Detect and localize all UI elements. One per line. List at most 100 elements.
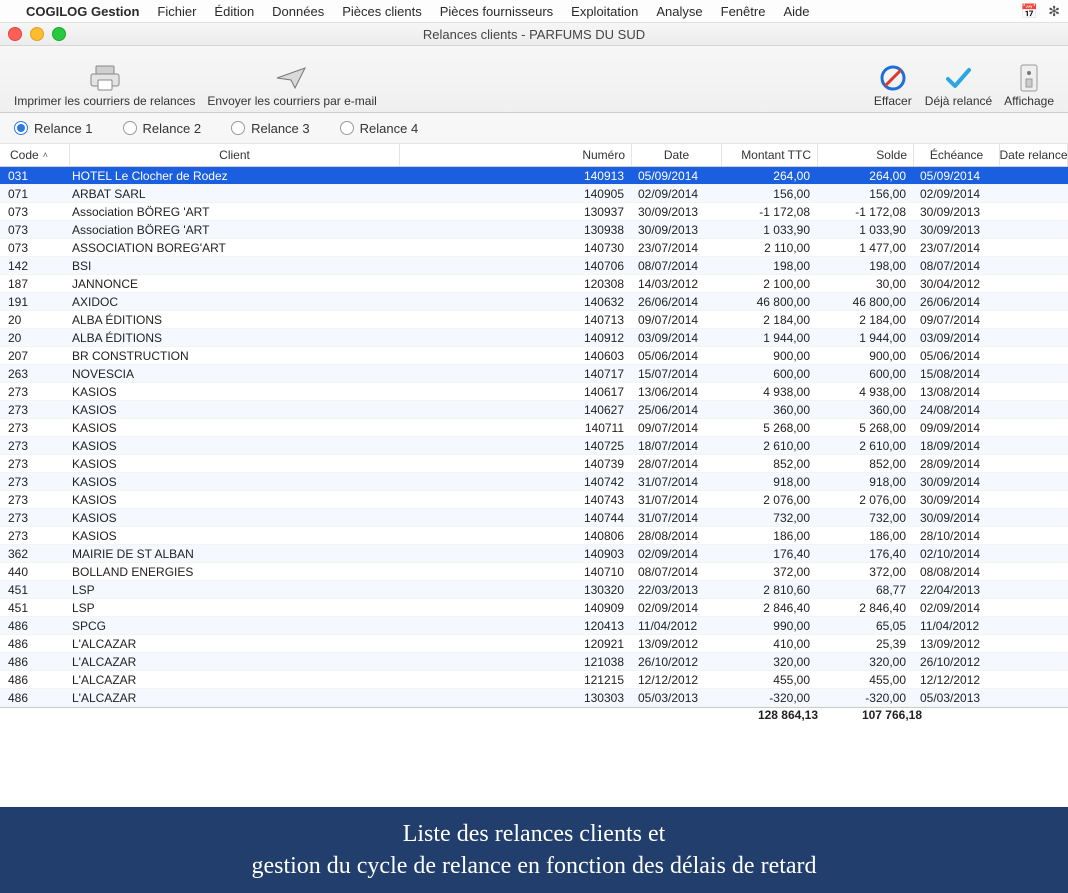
cell-solde: 852,00 — [818, 455, 914, 472]
menu-exploitation[interactable]: Exploitation — [571, 4, 638, 19]
table-row[interactable]: 273KASIOS14072518/07/20142 610,002 610,0… — [0, 437, 1068, 455]
col-date[interactable]: Date — [632, 144, 722, 166]
cell-date: 31/07/2014 — [632, 509, 722, 526]
col-solde[interactable]: Solde — [818, 144, 914, 166]
col-code[interactable]: Code˄ — [0, 144, 70, 166]
cell-numero: 120921 — [400, 635, 632, 652]
menu-fenetre[interactable]: Fenêtre — [721, 4, 766, 19]
cell-echeance: 23/07/2014 — [914, 239, 1000, 256]
table-row[interactable]: 273KASIOS14074231/07/2014918,00918,0030/… — [0, 473, 1068, 491]
print-button[interactable]: Imprimer les courriers de relances — [8, 62, 201, 108]
table-row[interactable]: 486L'ALCAZAR12121512/12/2012455,00455,00… — [0, 671, 1068, 689]
table-row[interactable]: 073ASSOCIATION BOREG'ART14073023/07/2014… — [0, 239, 1068, 257]
table-row[interactable]: 207BR CONSTRUCTION14060305/06/2014900,00… — [0, 347, 1068, 365]
cell-date: 31/07/2014 — [632, 473, 722, 490]
table-row[interactable]: 451LSP14090902/09/20142 846,402 846,4002… — [0, 599, 1068, 617]
table-row[interactable]: 142BSI14070608/07/2014198,00198,0008/07/… — [0, 257, 1068, 275]
cell-code: 207 — [0, 347, 70, 364]
cell-montant: 900,00 — [722, 347, 818, 364]
table-row[interactable]: 440BOLLAND ENERGIES14071008/07/2014372,0… — [0, 563, 1068, 581]
cell-echeance: 26/10/2012 — [914, 653, 1000, 670]
col-date-relance[interactable]: Date relance — [1000, 144, 1068, 166]
cell-code: 273 — [0, 527, 70, 544]
menubar-calendar-icon[interactable]: 📅 — [1021, 3, 1038, 20]
menu-edition[interactable]: Édition — [214, 4, 254, 19]
table-row[interactable]: 486SPCG12041311/04/2012990,0065,0511/04/… — [0, 617, 1068, 635]
menu-fichier[interactable]: Fichier — [157, 4, 196, 19]
table-row[interactable]: 451LSP13032022/03/20132 810,6068,7722/04… — [0, 581, 1068, 599]
cell-solde: 5 268,00 — [818, 419, 914, 436]
cell-code: 20 — [0, 311, 70, 328]
table-row[interactable]: 486L'ALCAZAR13030305/03/2013-320,00-320,… — [0, 689, 1068, 707]
display-button[interactable]: Affichage — [998, 62, 1060, 108]
cell-echeance: 13/09/2012 — [914, 635, 1000, 652]
cell-solde: 2 846,40 — [818, 599, 914, 616]
table-row[interactable]: 191AXIDOC14063226/06/201446 800,0046 800… — [0, 293, 1068, 311]
col-client[interactable]: Client — [70, 144, 400, 166]
cell-montant: 4 938,00 — [722, 383, 818, 400]
cell-date: 08/07/2014 — [632, 563, 722, 580]
table-row[interactable]: 031HOTEL Le Clocher de Rodez14091305/09/… — [0, 167, 1068, 185]
menu-pieces-clients[interactable]: Pièces clients — [342, 4, 421, 19]
cell-solde: 900,00 — [818, 347, 914, 364]
table-row[interactable]: 071ARBAT SARL14090502/09/2014156,00156,0… — [0, 185, 1068, 203]
clear-button[interactable]: Effacer — [867, 62, 919, 108]
cell-code: 486 — [0, 689, 70, 706]
cell-date-relance — [1000, 329, 1068, 346]
cell-montant: 2 610,00 — [722, 437, 818, 454]
toolbar: Imprimer les courriers de relances Envoy… — [0, 46, 1068, 113]
slide-caption: Liste des relances clients et gestion du… — [0, 807, 1068, 893]
table-row[interactable]: 273KASIOS14074431/07/2014732,00732,0030/… — [0, 509, 1068, 527]
radio-relance-3[interactable]: Relance 3 — [231, 121, 310, 136]
menubar-gear-icon[interactable]: ✻ — [1048, 3, 1060, 20]
cell-client: KASIOS — [70, 527, 400, 544]
table-row[interactable]: 187JANNONCE12030814/03/20122 100,0030,00… — [0, 275, 1068, 293]
col-numero[interactable]: Numéro — [400, 144, 632, 166]
app-name[interactable]: COGILOG Gestion — [26, 4, 139, 19]
table-row[interactable]: 20ALBA ÉDITIONS14071309/07/20142 184,002… — [0, 311, 1068, 329]
col-montant[interactable]: Montant TTC — [722, 144, 818, 166]
table-row[interactable]: 20ALBA ÉDITIONS14091203/09/20141 944,001… — [0, 329, 1068, 347]
table-row[interactable]: 273KASIOS14074331/07/20142 076,002 076,0… — [0, 491, 1068, 509]
radio-relance-2[interactable]: Relance 2 — [123, 121, 202, 136]
table-row[interactable]: 486L'ALCAZAR12103826/10/2012320,00320,00… — [0, 653, 1068, 671]
cell-echeance: 12/12/2012 — [914, 671, 1000, 688]
cell-client: KASIOS — [70, 491, 400, 508]
cell-code: 142 — [0, 257, 70, 274]
cell-montant: 2 100,00 — [722, 275, 818, 292]
menu-pieces-fournisseurs[interactable]: Pièces fournisseurs — [440, 4, 553, 19]
cell-date: 14/03/2012 — [632, 275, 722, 292]
cell-date: 13/06/2014 — [632, 383, 722, 400]
cell-echeance: 26/06/2014 — [914, 293, 1000, 310]
table-row[interactable]: 073Association BÖREG 'ART13093730/09/201… — [0, 203, 1068, 221]
cell-date-relance — [1000, 275, 1068, 292]
cell-numero: 120413 — [400, 617, 632, 634]
menu-aide[interactable]: Aide — [783, 4, 809, 19]
col-echeance[interactable]: Échéance — [914, 144, 1000, 166]
radio-relance-4[interactable]: Relance 4 — [340, 121, 419, 136]
window-titlebar: Relances clients - PARFUMS DU SUD — [0, 23, 1068, 46]
table-row[interactable]: 073Association BÖREG 'ART13093830/09/201… — [0, 221, 1068, 239]
cell-montant: 2 846,40 — [722, 599, 818, 616]
cell-code: 451 — [0, 581, 70, 598]
table-row[interactable]: 273KASIOS14073928/07/2014852,00852,0028/… — [0, 455, 1068, 473]
table-row[interactable]: 273KASIOS14071109/07/20145 268,005 268,0… — [0, 419, 1068, 437]
table-row[interactable]: 362MAIRIE DE ST ALBAN14090302/09/2014176… — [0, 545, 1068, 563]
menu-donnees[interactable]: Données — [272, 4, 324, 19]
email-button[interactable]: Envoyer les courriers par e-mail — [201, 62, 382, 108]
table-row[interactable]: 273KASIOS14062725/06/2014360,00360,0024/… — [0, 401, 1068, 419]
cell-date-relance — [1000, 455, 1068, 472]
table-row[interactable]: 273KASIOS14080628/08/2014186,00186,0028/… — [0, 527, 1068, 545]
cell-montant: 410,00 — [722, 635, 818, 652]
cell-date-relance — [1000, 221, 1068, 238]
cell-code: 187 — [0, 275, 70, 292]
cell-date-relance — [1000, 419, 1068, 436]
table-row[interactable]: 273KASIOS14061713/06/20144 938,004 938,0… — [0, 383, 1068, 401]
radio-label: Relance 4 — [360, 121, 419, 136]
radio-relance-1[interactable]: Relance 1 — [14, 121, 93, 136]
menu-analyse[interactable]: Analyse — [656, 4, 702, 19]
radio-label: Relance 3 — [251, 121, 310, 136]
table-row[interactable]: 486L'ALCAZAR12092113/09/2012410,0025,391… — [0, 635, 1068, 653]
done-button[interactable]: Déjà relancé — [919, 62, 998, 108]
table-row[interactable]: 263NOVESCIA14071715/07/2014600,00600,001… — [0, 365, 1068, 383]
